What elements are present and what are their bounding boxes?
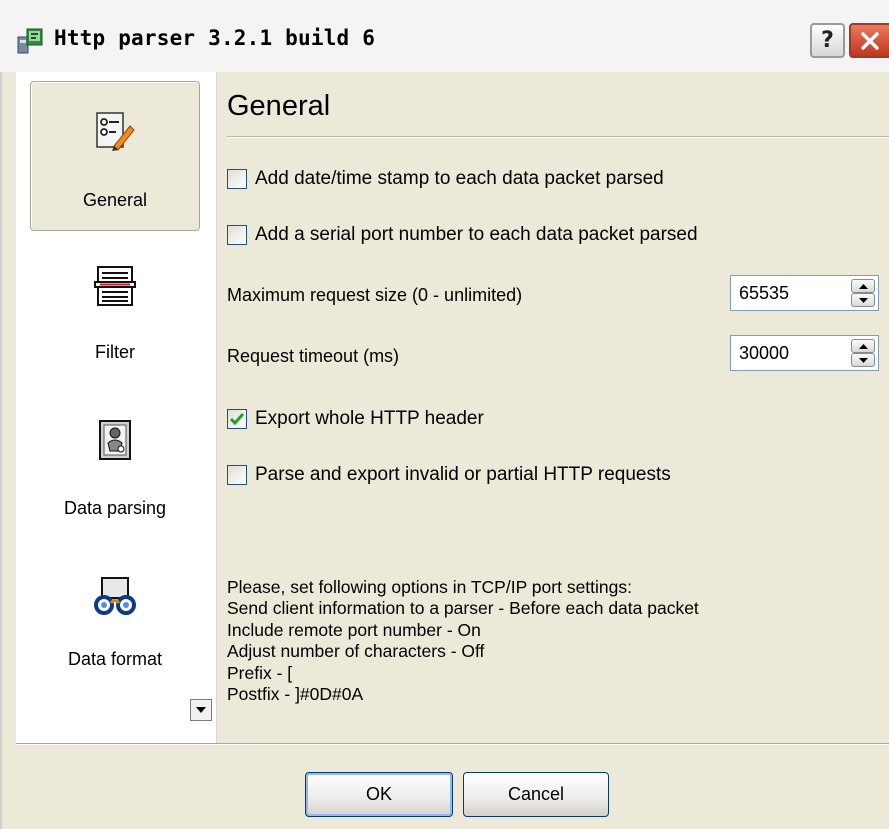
decrement-button[interactable] — [851, 353, 875, 367]
sidebar-item-data-parsing[interactable]: Data parsing — [30, 402, 200, 552]
title-bar[interactable]: Http parser 3.2.1 build 6 ? — [0, 0, 889, 73]
sidebar: General Filter Data parsing Data format — [16, 72, 217, 743]
checkmark-icon — [230, 413, 244, 425]
close-button[interactable] — [849, 23, 889, 58]
port-number-checkbox[interactable]: Add a serial port number to each data pa… — [227, 222, 698, 248]
filter-icon — [94, 266, 136, 306]
max-request-size-label: Maximum request size (0 - unlimited) — [227, 285, 523, 305]
tcp-settings-info: Please, set following options in TCP/IP … — [227, 577, 877, 705]
window-title: Http parser 3.2.1 build 6 — [54, 26, 376, 50]
decrement-button[interactable] — [851, 293, 875, 307]
sidebar-item-data-format[interactable]: Data format — [30, 562, 200, 712]
window-frame — [0, 72, 16, 829]
info-line: Send client information to a parser - Be… — [227, 598, 699, 619]
info-line: Adjust number of characters - Off — [227, 641, 485, 662]
increment-button[interactable] — [851, 339, 875, 353]
checkbox-box[interactable] — [227, 465, 247, 485]
export-header-checkbox[interactable]: Export whole HTTP header — [227, 406, 484, 432]
cancel-button-label: Cancel — [507, 784, 565, 804]
checkbox-label: Parse and export invalid or partial HTTP… — [255, 464, 671, 485]
chevron-down-icon — [196, 707, 206, 713]
info-line: Prefix - [ — [227, 662, 293, 683]
request-timeout-input[interactable] — [731, 336, 841, 370]
request-timeout-stepper[interactable] — [730, 335, 879, 371]
ok-button[interactable]: OK — [305, 772, 453, 817]
page-title: General — [227, 90, 331, 122]
max-request-size-input[interactable] — [731, 276, 841, 310]
checkbox-label: Add date/time stamp to each data packet … — [255, 168, 664, 189]
sidebar-scroll-down-button[interactable] — [190, 699, 212, 721]
info-line: Please, set following options in TCP/IP … — [227, 577, 632, 597]
sidebar-item-label: Filter — [95, 342, 135, 362]
sidebar-item-filter[interactable]: Filter — [30, 242, 200, 392]
checkbox-box[interactable] — [227, 225, 247, 245]
data-format-icon — [94, 577, 136, 615]
info-line: Include remote port number - On — [227, 619, 481, 640]
parse-invalid-checkbox[interactable]: Parse and export invalid or partial HTTP… — [227, 462, 671, 488]
title-divider — [227, 136, 889, 138]
settings-edit-icon — [96, 112, 135, 151]
sidebar-item-label: Data parsing — [63, 498, 167, 518]
checkbox-label: Add a serial port number to each data pa… — [255, 224, 698, 245]
checkbox-box[interactable] — [227, 409, 247, 429]
chevron-up-icon — [858, 283, 868, 289]
info-line: Postfix - ]#0D#0A — [227, 684, 364, 705]
cancel-button[interactable]: Cancel — [463, 772, 609, 817]
chevron-down-icon — [858, 297, 868, 303]
max-request-size-stepper[interactable] — [730, 275, 879, 311]
checkbox-label: Export whole HTTP header — [255, 408, 484, 429]
help-button[interactable]: ? — [810, 23, 845, 58]
help-icon: ? — [821, 28, 834, 53]
data-parsing-icon — [99, 420, 131, 460]
increment-button[interactable] — [851, 279, 875, 293]
sidebar-item-label: Data format — [67, 649, 163, 669]
app-icon — [17, 28, 43, 54]
footer-divider — [16, 743, 889, 745]
checkbox-box[interactable] — [227, 169, 247, 189]
close-icon — [861, 31, 879, 50]
sidebar-item-label: General — [82, 190, 148, 210]
chevron-down-icon — [858, 357, 868, 363]
settings-panel: General Add date/time stamp to each data… — [217, 72, 889, 743]
chevron-up-icon — [858, 343, 868, 349]
sidebar-item-general[interactable]: General — [30, 81, 200, 231]
timestamp-checkbox[interactable]: Add date/time stamp to each data packet … — [227, 166, 664, 192]
ok-button-label: OK — [365, 784, 392, 804]
request-timeout-label: Request timeout (ms) — [227, 346, 400, 366]
dialog-window: Http parser 3.2.1 build 6 ? General Filt… — [0, 0, 889, 829]
